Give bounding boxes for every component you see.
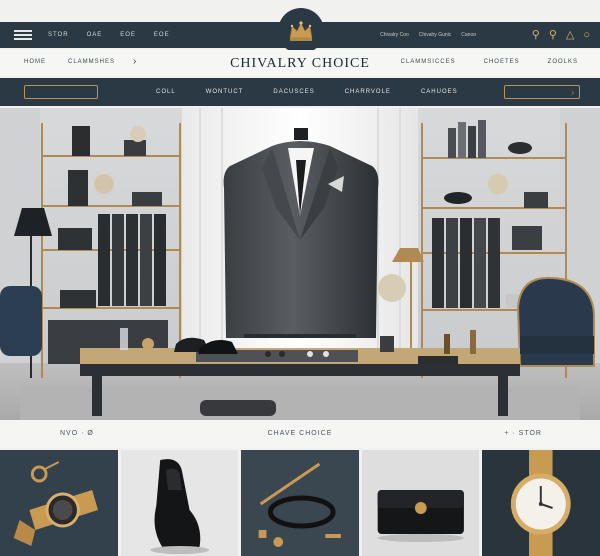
product-tile-watch[interactable] [0, 450, 118, 556]
hero-showroom-image [0, 108, 600, 420]
top-nav: STOR OAE EOE EOE [48, 22, 170, 48]
top-link[interactable]: Chivalry Gunic [419, 32, 452, 38]
brand-bar-right-links: CLAMMSICCES CHOETES ZOOLKS [401, 59, 578, 65]
user-icon[interactable]: ⚲ [549, 28, 557, 42]
newsletter-box[interactable]: › [504, 85, 580, 99]
category-link[interactable]: COLL [156, 89, 176, 95]
search-box[interactable] [24, 85, 98, 99]
wallet-icon [361, 450, 480, 556]
product-tile-shoe[interactable] [120, 450, 239, 556]
top-nav-item[interactable]: EOE [120, 32, 136, 38]
product-tile-wallet[interactable] [361, 450, 480, 556]
product-tile-belt[interactable] [241, 450, 359, 556]
top-icons: ⚲ ⚲ △ ○ [532, 28, 590, 42]
top-link[interactable]: Chivalry Coo [380, 32, 409, 38]
top-link[interactable]: Canoo [461, 32, 476, 38]
nav-link[interactable]: CLAMMSICCES [401, 59, 456, 65]
breadcrumb-strip: NVO · Ø CHAVE CHOICE + · STOR [0, 420, 600, 448]
top-nav-item[interactable]: STOR [48, 32, 69, 38]
category-link[interactable]: CAHUOES [421, 89, 458, 95]
product-tile-dress-watch[interactable] [482, 450, 600, 556]
oxford-shoe-icon [120, 450, 239, 556]
footer-right-link[interactable]: + · STOR [504, 430, 542, 437]
brand-bar: HOME CLAMMSHES › CHIVALRY CHOICE CLAMMSI… [0, 50, 600, 76]
crown-logo-badge[interactable] [278, 8, 324, 54]
menu-icon[interactable] [14, 30, 32, 40]
cart-icon[interactable]: ○ [583, 28, 590, 42]
category-link[interactable]: DACUSCES [273, 89, 314, 95]
crown-icon [289, 21, 313, 41]
category-bar: COLL WONTUCT DACUSCES CHARRVOLE CAHUOES … [0, 78, 600, 106]
category-link[interactable]: WONTUCT [206, 89, 244, 95]
top-links: Chivalry Coo Chivalry Gunic Canoo [380, 22, 476, 48]
top-nav-item[interactable]: OAE [87, 32, 103, 38]
nav-link[interactable]: ZOOLKS [548, 59, 578, 65]
showroom-illustration [0, 108, 600, 420]
nav-link[interactable]: CHOETES [484, 59, 520, 65]
search-icon[interactable]: ⚲ [532, 28, 540, 42]
product-tiles [0, 450, 600, 556]
category-links: COLL WONTUCT DACUSCES CHARRVOLE CAHUOES [156, 78, 458, 106]
gold-watch-icon [0, 450, 118, 556]
bag-icon[interactable]: △ [566, 28, 574, 42]
category-link[interactable]: CHARRVOLE [345, 89, 391, 95]
top-nav-item[interactable]: EOE [154, 32, 170, 38]
dress-watch-icon [482, 450, 600, 556]
chevron-right-icon: › [571, 87, 574, 97]
belt-icon [241, 450, 359, 556]
